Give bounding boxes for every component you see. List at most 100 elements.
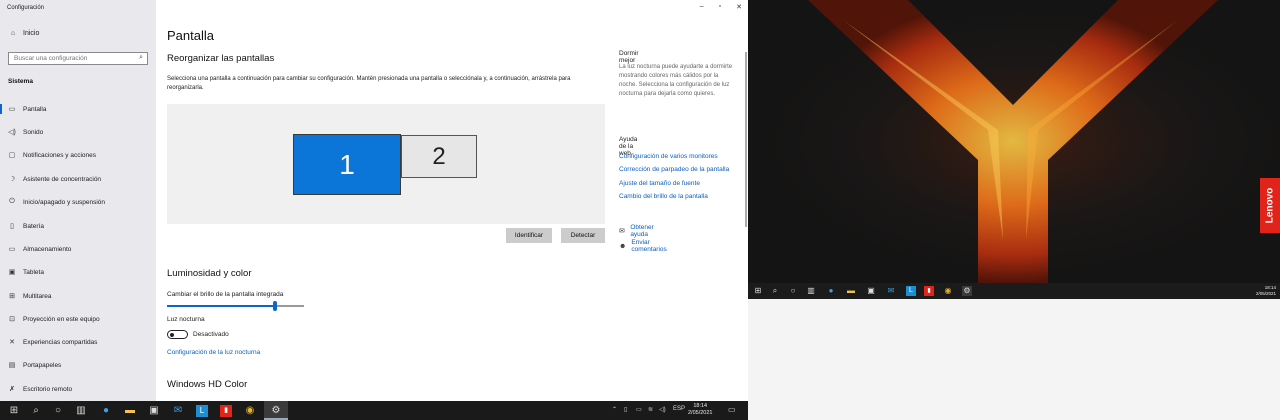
start-icon[interactable]: ⊞ bbox=[8, 405, 20, 417]
sidebar-item-portapapeles[interactable]: ▤ Portapapeles bbox=[0, 358, 156, 372]
monitor-icon: ▭ bbox=[8, 106, 16, 113]
search-icon[interactable]: ⌕ bbox=[30, 405, 42, 417]
monitor-1[interactable]: 1 bbox=[293, 134, 401, 195]
sidebar-item-almacenamiento[interactable]: ▭ Almacenamiento bbox=[0, 242, 156, 256]
store-icon[interactable]: ▣ bbox=[866, 286, 876, 296]
scrollbar[interactable] bbox=[745, 52, 747, 227]
lenovo-logo: Lenovo bbox=[1260, 178, 1280, 233]
link-multi-monitor[interactable]: Configuración de varios monitores bbox=[619, 153, 718, 160]
sidebar-item-concentracion[interactable]: ☽ Asistente de concentración bbox=[0, 172, 156, 186]
battery-icon: ▯ bbox=[10, 223, 14, 230]
arrange-heading: Reorganizar las pantallas bbox=[167, 53, 275, 64]
sidebar-item-label: Proyección en este equipo bbox=[23, 315, 100, 323]
chrome-icon[interactable]: ◉ bbox=[244, 405, 256, 417]
action-center-icon[interactable]: ▭ bbox=[728, 405, 736, 414]
brightness-slider[interactable] bbox=[167, 301, 304, 311]
feedback-icon: ☻ bbox=[619, 242, 627, 250]
volume-tray-icon[interactable]: ◁) bbox=[659, 406, 666, 413]
mail-icon[interactable]: ✉ bbox=[172, 405, 184, 417]
window-title: Configuración bbox=[7, 5, 45, 11]
language-indicator[interactable]: ESP bbox=[673, 406, 685, 412]
edge-icon[interactable]: ● bbox=[100, 405, 112, 417]
sidebar: Configuración ⌂ Inicio ⌕ Sistema ▭ Panta… bbox=[0, 0, 156, 401]
sidebar-item-experiencias[interactable]: ✕ Experiencias compartidas bbox=[0, 335, 156, 349]
clipboard-icon: ▤ bbox=[8, 362, 16, 369]
link-flicker[interactable]: Corrección de parpadeo de la pantalla bbox=[619, 166, 729, 173]
battery-tray-icon[interactable]: ▯ bbox=[624, 406, 627, 413]
sidebar-item-label: Experiencias compartidas bbox=[23, 338, 98, 346]
power-icon: ⏻ bbox=[9, 198, 15, 205]
file-explorer-icon[interactable]: ▬ bbox=[846, 286, 856, 296]
second-taskbar-clock[interactable]: 18:14 2/05/2021 bbox=[1256, 285, 1276, 297]
notification-icon: ▢ bbox=[8, 152, 16, 159]
monitor-2[interactable]: 2 bbox=[401, 135, 477, 178]
second-display-desktop: Lenovo bbox=[748, 0, 1280, 283]
show-hidden-icons[interactable]: ⌃ bbox=[612, 406, 617, 413]
main-content: Pantalla Reorganizar las pantallas Selec… bbox=[156, 0, 748, 401]
edge-icon[interactable]: ● bbox=[826, 286, 836, 296]
feedback-link[interactable]: ☻ Enviar comentarios bbox=[619, 239, 669, 253]
taskbar-date: 2/05/2021 bbox=[688, 410, 713, 416]
cortana-icon[interactable]: ○ bbox=[52, 405, 64, 417]
sidebar-item-label: Notificaciones y acciones bbox=[23, 151, 96, 159]
lenovo-logo-text: Lenovo bbox=[1264, 187, 1276, 224]
settings-icon[interactable]: ⚙ bbox=[962, 286, 972, 296]
sidebar-item-proyeccion[interactable]: ⊡ Proyección en este equipo bbox=[0, 312, 156, 326]
identify-button[interactable]: Identificar bbox=[506, 228, 552, 243]
sidebar-item-multitarea[interactable]: ⊞ Multitarea bbox=[0, 289, 156, 303]
launcher-l-icon[interactable]: L bbox=[196, 405, 208, 417]
task-view-icon[interactable]: ▥ bbox=[806, 286, 816, 296]
wallpaper-art bbox=[808, 0, 1218, 283]
night-light-label: Luz nocturna bbox=[167, 316, 205, 323]
sidebar-item-inicio-apagado[interactable]: ⏻ Inicio/apagado y suspensión bbox=[0, 195, 156, 209]
night-light-state: Desactivado bbox=[193, 331, 229, 338]
sidebar-item-tableta[interactable]: ▣ Tableta bbox=[0, 265, 156, 279]
multitask-icon: ⊞ bbox=[9, 293, 15, 300]
speaker-icon: ◁) bbox=[8, 129, 16, 136]
cortana-icon[interactable]: ○ bbox=[788, 286, 798, 296]
sidebar-item-label: Tableta bbox=[23, 268, 44, 276]
sidebar-item-bateria[interactable]: ▯ Batería bbox=[0, 219, 156, 233]
search-input[interactable] bbox=[14, 55, 132, 62]
sidebar-item-notificaciones[interactable]: ▢ Notificaciones y acciones bbox=[0, 148, 156, 162]
taskbar-time: 18:14 bbox=[693, 403, 708, 409]
projection-icon: ⊡ bbox=[9, 316, 15, 323]
taskbar-clock[interactable]: 18:14 2/05/2021 bbox=[688, 403, 712, 417]
start-icon[interactable]: ⊞ bbox=[753, 286, 763, 296]
store-icon[interactable]: ▣ bbox=[148, 405, 160, 417]
link-brightness[interactable]: Cambio del brillo de la pantalla bbox=[619, 193, 708, 200]
file-explorer-icon[interactable]: ▬ bbox=[124, 405, 136, 417]
remote-icon: ✗ bbox=[9, 386, 15, 393]
second-taskbar-date: 2/05/2021 bbox=[1255, 291, 1276, 296]
search-icon[interactable]: ⌕ bbox=[770, 286, 780, 296]
lenovo-app-icon[interactable]: ▮ bbox=[220, 405, 232, 417]
detect-button[interactable]: Detectar bbox=[561, 228, 605, 243]
brightness-label: Cambiar el brillo de la pantalla integra… bbox=[167, 291, 284, 298]
launcher-l-icon[interactable]: L bbox=[906, 286, 916, 296]
task-view-icon[interactable]: ▥ bbox=[75, 405, 87, 417]
sidebar-item-sonido[interactable]: ◁) Sonido bbox=[0, 125, 156, 139]
sidebar-item-pantalla[interactable]: ▭ Pantalla bbox=[0, 102, 156, 116]
arrange-description: Selecciona una pantalla a continuación p… bbox=[167, 76, 571, 91]
home-link[interactable]: ⌂ Inicio bbox=[8, 30, 39, 37]
link-font-size[interactable]: Ajuste del tamaño de fuente bbox=[619, 180, 700, 187]
get-help-link[interactable]: ✉ Obtener ayuda bbox=[619, 224, 658, 238]
sidebar-item-label: Batería bbox=[23, 222, 44, 230]
night-light-settings-link[interactable]: Configuración de la luz nocturna bbox=[167, 349, 260, 356]
night-light-toggle[interactable] bbox=[167, 330, 188, 339]
network-tray-icon[interactable]: ▭ bbox=[636, 406, 642, 413]
brightness-slider-thumb[interactable] bbox=[273, 301, 278, 311]
chrome-icon[interactable]: ◉ bbox=[943, 286, 953, 296]
help-chat-icon: ✉ bbox=[619, 228, 625, 235]
wifi-tray-icon[interactable]: ≋ bbox=[648, 406, 653, 413]
mail-icon[interactable]: ✉ bbox=[886, 286, 896, 296]
sidebar-item-label: Sonido bbox=[23, 128, 44, 136]
settings-icon[interactable]: ⚙ bbox=[270, 405, 282, 417]
storage-icon: ▭ bbox=[8, 246, 16, 253]
lenovo-app-icon[interactable]: ▮ bbox=[924, 286, 934, 296]
sleep-heading: Dormir mejor bbox=[619, 50, 639, 64]
search-box[interactable]: ⌕ bbox=[8, 52, 148, 65]
taskbar: ⊞ ⌕ ○ ▥ ● ▬ ▣ ✉ L ▮ ◉ ⚙ ⌃ ▯ ▭ ≋ ◁) ESP 1… bbox=[0, 401, 748, 420]
brightness-heading: Luminosidad y color bbox=[167, 268, 252, 279]
sidebar-item-escritorio-remoto[interactable]: ✗ Escritorio remoto bbox=[0, 382, 156, 396]
